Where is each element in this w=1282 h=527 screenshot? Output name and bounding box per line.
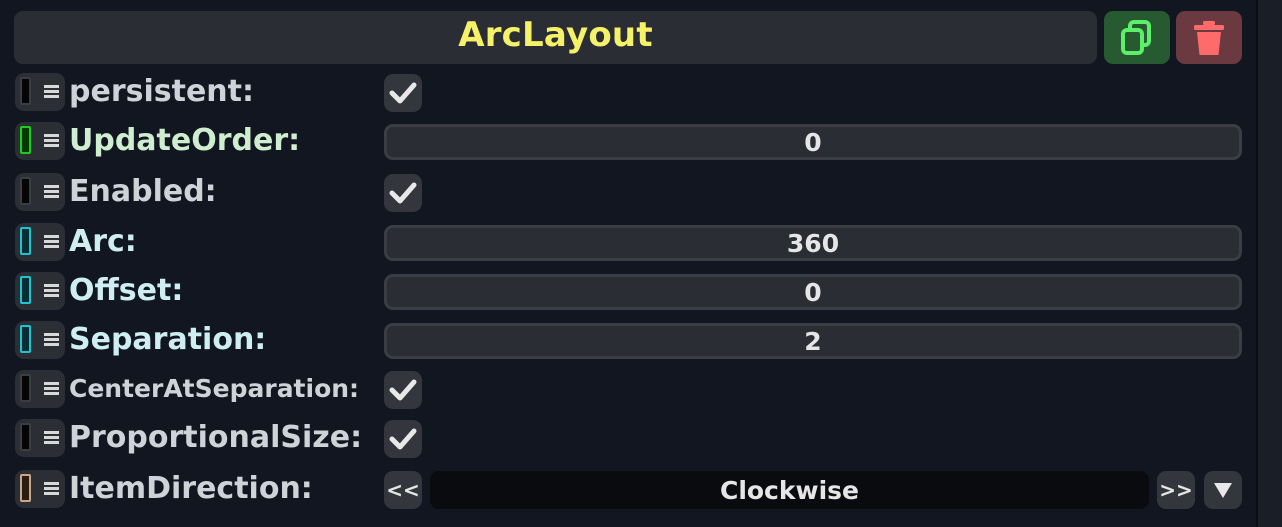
menu-icon [44, 482, 59, 496]
checkmark-icon [389, 379, 417, 401]
menu-icon [44, 134, 59, 148]
field-row-separation: Separation: 2 [0, 318, 1256, 362]
field-value: 0 [804, 277, 822, 307]
field-value: 0 [804, 127, 822, 157]
enabled-checkbox[interactable] [384, 174, 422, 212]
triangle-down-icon [1214, 483, 1232, 498]
checkmark-icon [389, 428, 417, 450]
field-value: 360 [786, 228, 840, 258]
dropdown-button[interactable] [1204, 471, 1242, 509]
component-title: ArcLayout [458, 14, 653, 55]
trash-icon [1194, 20, 1224, 55]
field-color-swatch [20, 374, 31, 402]
field-row-item-direction: ItemDirection: << Clockwise >> [0, 467, 1256, 511]
component-header[interactable]: ArcLayout [14, 11, 1097, 64]
field-label: Enabled: [69, 174, 217, 209]
field-label: CenterAtSeparation: [69, 374, 360, 403]
proportional-size-checkbox[interactable] [384, 420, 422, 458]
drag-handle[interactable] [15, 470, 65, 508]
field-label: Arc: [69, 224, 137, 259]
drag-handle[interactable] [15, 370, 65, 408]
field-row-persistent: persistent: [0, 70, 1256, 114]
arc-input[interactable]: 360 [384, 225, 1242, 261]
panel-scroll-edge [1256, 0, 1282, 527]
field-color-swatch [20, 423, 31, 451]
checkmark-icon [389, 182, 417, 204]
field-label: UpdateOrder: [69, 123, 301, 158]
previous-label: << [386, 478, 420, 502]
duplicate-button[interactable] [1104, 11, 1170, 64]
drag-handle[interactable] [15, 419, 65, 457]
menu-icon [44, 284, 59, 298]
persistent-checkbox[interactable] [384, 74, 422, 112]
menu-icon [44, 185, 59, 199]
menu-icon [44, 382, 59, 396]
field-color-swatch [20, 227, 31, 255]
center-at-separation-checkbox[interactable] [384, 371, 422, 409]
menu-icon [44, 85, 59, 99]
field-color-swatch [20, 474, 31, 502]
item-direction-value[interactable]: Clockwise [430, 471, 1149, 509]
copy-icon [1121, 19, 1151, 55]
field-label: ItemDirection: [69, 471, 313, 506]
field-row-update-order: UpdateOrder: 0 [0, 119, 1256, 163]
drag-handle[interactable] [15, 272, 65, 310]
next-option-button[interactable]: >> [1157, 471, 1195, 509]
drag-handle[interactable] [15, 122, 65, 160]
field-value: 2 [804, 326, 822, 356]
update-order-input[interactable]: 0 [384, 124, 1242, 160]
separation-input[interactable]: 2 [384, 323, 1242, 359]
offset-input[interactable]: 0 [384, 274, 1242, 310]
menu-icon [44, 431, 59, 445]
field-label: Offset: [69, 273, 184, 308]
menu-icon [44, 235, 59, 249]
field-row-center-at-separation: CenterAtSeparation: [0, 367, 1256, 411]
drag-handle[interactable] [15, 223, 65, 261]
field-color-swatch [20, 325, 31, 353]
delete-button[interactable] [1176, 11, 1242, 64]
field-row-offset: Offset: 0 [0, 269, 1256, 313]
field-row-proportional-size: ProportionalSize: [0, 416, 1256, 460]
next-label: >> [1159, 478, 1193, 502]
field-color-swatch [20, 126, 31, 154]
menu-icon [44, 333, 59, 347]
drag-handle[interactable] [15, 173, 65, 211]
field-label: persistent: [69, 74, 254, 109]
field-label: Separation: [69, 322, 267, 357]
field-color-swatch [20, 77, 31, 105]
drag-handle[interactable] [15, 321, 65, 359]
field-color-swatch [20, 177, 31, 205]
field-label: ProportionalSize: [69, 420, 363, 455]
drag-handle[interactable] [15, 73, 65, 111]
previous-option-button[interactable]: << [384, 471, 422, 509]
checkmark-icon [389, 82, 417, 104]
field-row-arc: Arc: 360 [0, 220, 1256, 264]
field-color-swatch [20, 276, 31, 304]
field-row-enabled: Enabled: [0, 170, 1256, 214]
field-value: Clockwise [719, 475, 860, 505]
